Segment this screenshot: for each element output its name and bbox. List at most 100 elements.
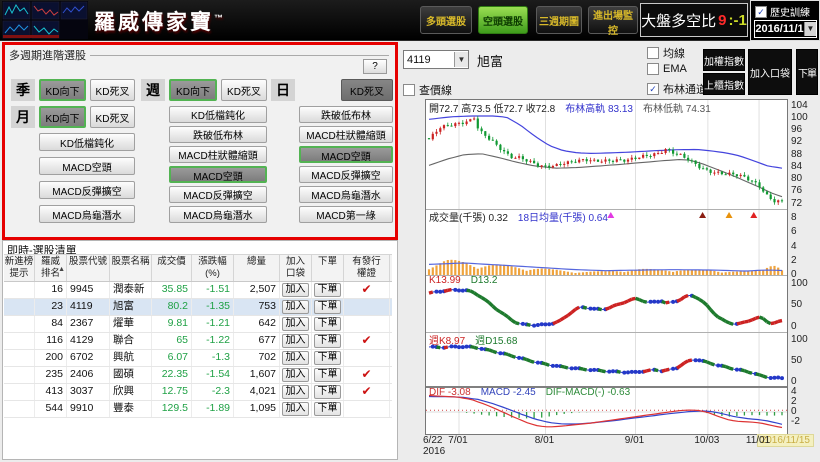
price-pane[interactable]: [426, 100, 787, 209]
add-pocket-row-button[interactable]: 加入: [282, 384, 309, 399]
add-pocket-row-button[interactable]: 加入: [282, 367, 309, 382]
screener-legend: 多週期進階選股: [9, 47, 389, 63]
col-header: 加入 口袋: [280, 255, 312, 281]
screener-button[interactable]: MACD柱狀體縮頭: [299, 126, 393, 143]
order-row-button[interactable]: 下單: [314, 282, 341, 297]
table-row[interactable]: 84 2367 燿華 9.81 -1.21 642 加入 下單: [4, 316, 392, 333]
table-row[interactable]: 413 3037 欣興 12.75 -2.3 4,021 加入 下單 ✔: [4, 384, 392, 401]
overlay-checkbox-2[interactable]: EMA: [647, 63, 687, 75]
chevron-down-icon[interactable]: ▼: [804, 22, 816, 36]
pane-header-item: DIF -3.08: [429, 387, 471, 398]
screener-button[interactable]: MACD空頭: [169, 166, 267, 183]
screener-button[interactable]: KD向下: [169, 79, 217, 101]
col-header: 有發行 權證: [344, 255, 390, 281]
table-row[interactable]: 16 9945 潤泰新 35.85 -1.51 2,507 加入 下單 ✔: [4, 282, 392, 299]
cell: 加入: [280, 282, 312, 298]
add-pocket-row-button[interactable]: 加入: [282, 333, 309, 348]
screener-button[interactable]: MACD反彈擴空: [39, 181, 135, 199]
y-axis-label: 76: [791, 185, 803, 197]
history-date-select[interactable]: 2016/11/1 ▼: [754, 20, 817, 38]
y-axis-label: 104: [791, 99, 808, 111]
y-axis-label: 0: [791, 320, 797, 332]
table-row[interactable]: 116 4129 聯合 65 -1.22 677 加入 下單 ✔: [4, 333, 392, 350]
stock-code-combobox[interactable]: 4119 ▼: [403, 50, 469, 69]
screener-button[interactable]: MACD空頭: [39, 157, 135, 175]
cell: -1.21: [192, 316, 234, 332]
screener-button[interactable]: KD死叉: [90, 106, 135, 128]
order-row-button[interactable]: 下單: [314, 367, 341, 382]
screener-button[interactable]: KD死叉: [341, 79, 393, 101]
table-row[interactable]: 23 4119 旭富 80.2 -1.35 753 加入 下單: [4, 299, 392, 316]
screener-button[interactable]: KD低檔鈍化: [169, 106, 267, 123]
screener-button[interactable]: MACD烏龜潛水: [169, 206, 267, 223]
screener-button[interactable]: MACD空頭: [299, 146, 393, 163]
index-button-2[interactable]: 上櫃指數: [703, 73, 745, 95]
cell: 1,095: [234, 401, 280, 417]
screener-button[interactable]: MACD反彈擴空: [169, 186, 267, 203]
warrant-check-icon: ✔: [361, 367, 372, 381]
screener-button[interactable]: KD低檔鈍化: [39, 133, 135, 151]
screener-button[interactable]: MACD柱狀體縮頭: [169, 146, 267, 163]
screener-button[interactable]: KD死叉: [221, 79, 267, 101]
app-window: 羅威傳家寶™ 多頭選股 空頭選股 三週期圖 進出場監控 大盤多空比 9 :-1 ✓ 歷…: [0, 0, 820, 462]
order-row-button[interactable]: 下單: [314, 384, 341, 399]
cell: 下單: [312, 282, 344, 298]
nav-button-3[interactable]: 三週期圖: [536, 6, 582, 34]
order-button[interactable]: 下單: [796, 49, 818, 95]
screener-button[interactable]: KD向下: [39, 79, 86, 101]
overlay-label: EMA: [663, 63, 687, 75]
add-pocket-row-button[interactable]: 加入: [282, 282, 309, 297]
cell: 興航: [110, 350, 152, 366]
screener-button[interactable]: MACD烏龜潛水: [299, 186, 393, 203]
index-button-1[interactable]: 加權指數: [703, 49, 745, 71]
add-pocket-row-button[interactable]: 加入: [282, 401, 309, 416]
nav-button-1[interactable]: 多頭選股: [420, 6, 472, 34]
checkbox-unchecked-icon: [647, 47, 659, 59]
price-line-checkbox[interactable]: 查價線: [403, 82, 452, 98]
screener-button[interactable]: KD死叉: [90, 79, 135, 101]
cell: 下單: [312, 299, 344, 315]
add-pocket-row-button[interactable]: 加入: [282, 316, 309, 331]
cell: [4, 350, 35, 366]
cell: 4,021: [234, 384, 280, 400]
y-axis-label: 100: [791, 277, 808, 289]
chevron-down-icon[interactable]: ▼: [454, 52, 468, 67]
help-button[interactable]: ?: [363, 59, 387, 74]
cell: 642: [234, 316, 280, 332]
add-pocket-button[interactable]: 加入口袋: [748, 49, 792, 95]
history-training-label: 歷史訓練: [770, 8, 810, 19]
add-pocket-row-button[interactable]: 加入: [282, 350, 309, 365]
overlay-checkbox-1[interactable]: 均線: [647, 45, 685, 61]
add-pocket-row-button[interactable]: 加入: [282, 299, 309, 314]
order-row-button[interactable]: 下單: [314, 350, 341, 365]
x-axis-tick: 10/03: [694, 435, 720, 446]
order-row-button[interactable]: 下單: [314, 401, 341, 416]
history-training-checkbox[interactable]: ✓ 歷史訓練: [755, 4, 819, 19]
cell: 國碩: [110, 367, 152, 383]
y-axis-label: 84: [791, 160, 803, 172]
nav-button-4[interactable]: 進出場監控: [588, 6, 638, 37]
cell: ✔: [344, 384, 390, 400]
screener-button[interactable]: KD向下: [39, 106, 86, 128]
order-row-button[interactable]: 下單: [314, 299, 341, 314]
nav-button-2[interactable]: 空頭選股: [478, 6, 528, 34]
screener-button[interactable]: MACD第一綠: [299, 206, 393, 223]
cell: 旭富: [110, 299, 152, 315]
overlay-checkbox-3[interactable]: ✓ 布林通道: [647, 81, 707, 97]
screener-button[interactable]: 跌破低布林: [299, 106, 393, 123]
chart-area[interactable]: [425, 99, 788, 435]
pane-header-item: 18日均量(千張) 0.64: [517, 213, 608, 224]
cell: 677: [234, 333, 280, 349]
sort-asc-icon[interactable]: ▲: [58, 264, 65, 276]
table-row[interactable]: 200 6702 興航 6.07 -1.3 702 加入 下單: [4, 350, 392, 367]
pane-header-item: D13.2: [470, 275, 498, 286]
table-row[interactable]: 544 9910 豐泰 129.5 -1.89 1,095 加入 下單: [4, 401, 392, 418]
table-row[interactable]: 235 2406 國碩 22.35 -1.54 1,607 加入 下單 ✔: [4, 367, 392, 384]
cell: 加入: [280, 299, 312, 315]
screener-button[interactable]: 跌破低布林: [169, 126, 267, 143]
order-row-button[interactable]: 下單: [314, 333, 341, 348]
history-date-value: 2016/11/1: [755, 23, 804, 35]
screener-button[interactable]: MACD反彈擴空: [299, 166, 393, 183]
order-row-button[interactable]: 下單: [314, 316, 341, 331]
screener-button[interactable]: MACD烏龜潛水: [39, 205, 135, 223]
